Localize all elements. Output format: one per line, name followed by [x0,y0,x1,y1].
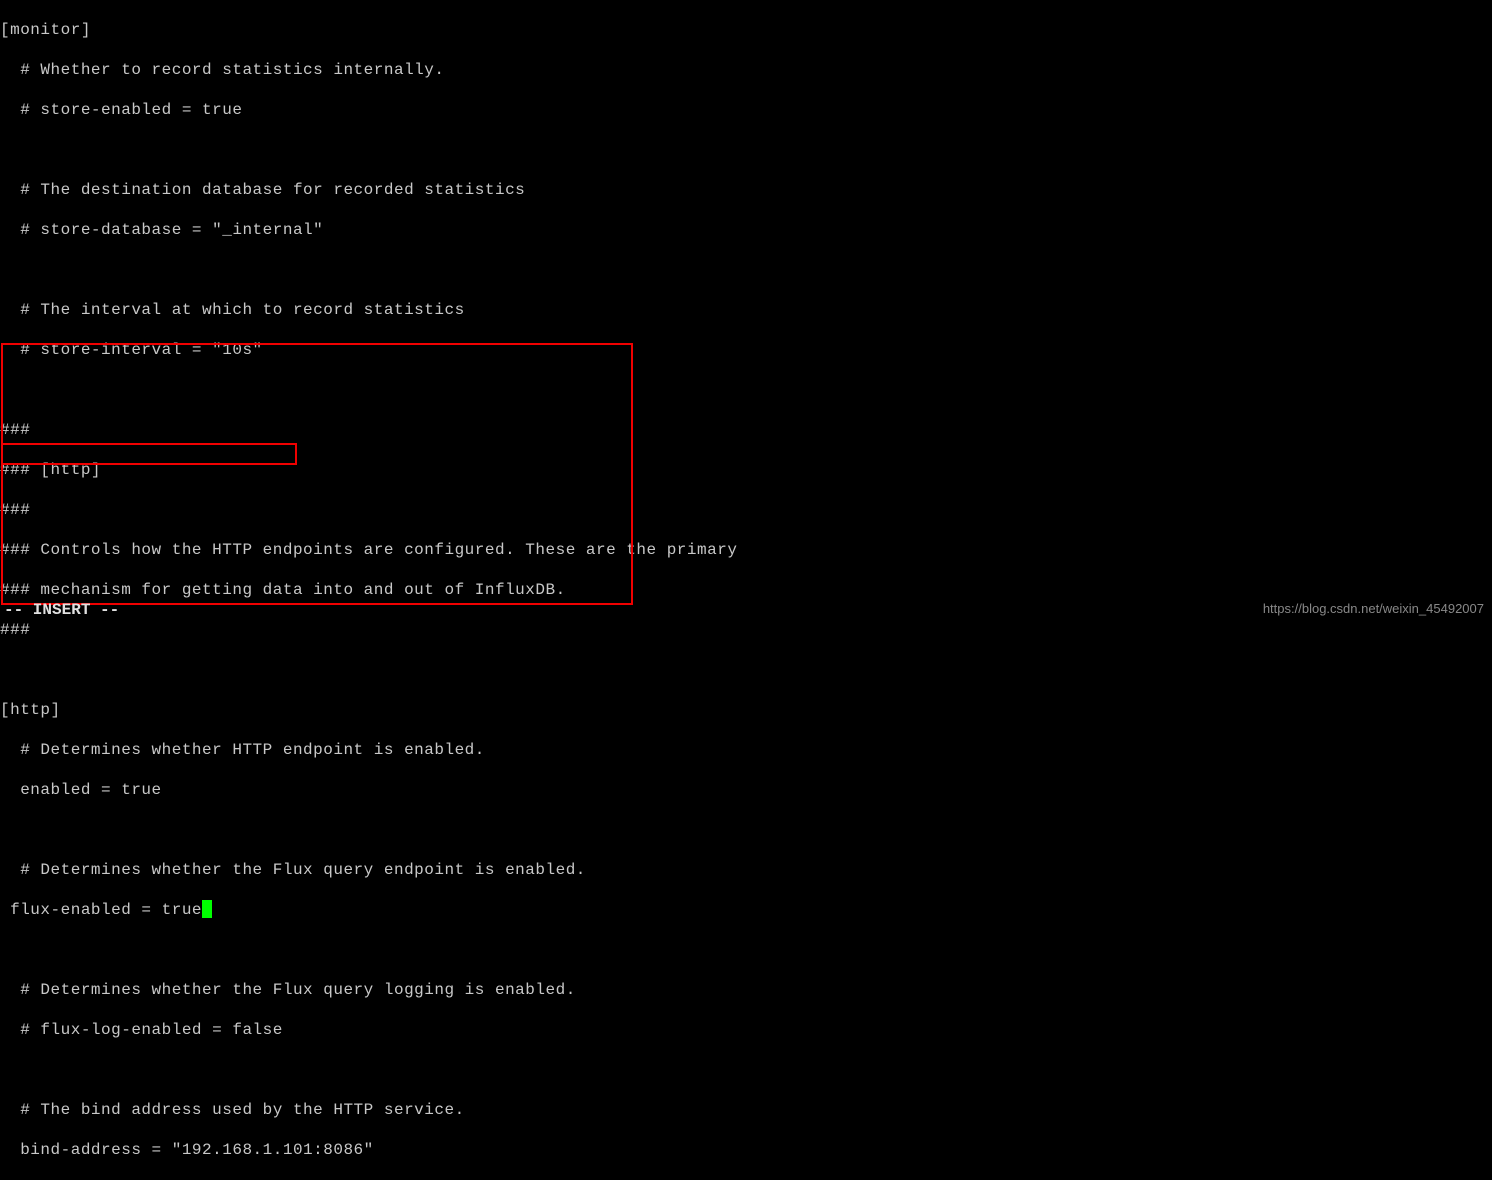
code-line: # Determines whether HTTP endpoint is en… [0,740,1492,760]
watermark-text: https://blog.csdn.net/weixin_45492007 [1263,601,1484,616]
code-line: # flux-log-enabled = false [0,1020,1492,1040]
code-line [0,820,1492,840]
code-line [0,140,1492,160]
code-line: # store-interval = "10s" [0,340,1492,360]
code-line: enabled = true [0,780,1492,800]
code-line: [http] [0,700,1492,720]
code-line: # store-database = "_internal" [0,220,1492,240]
terminal-editor[interactable]: [monitor] # Whether to record statistics… [0,0,1492,1180]
code-line: ### [http] [0,460,1492,480]
code-line: ### Controls how the HTTP endpoints are … [0,540,1492,560]
text-cursor [202,900,212,918]
code-line-cursor: flux-enabled = true [0,900,1492,920]
code-line: ### [0,620,1492,640]
code-line: ### [0,420,1492,440]
code-line [0,660,1492,680]
code-line: ### mechanism for getting data into and … [0,580,1492,600]
code-line: [monitor] [0,20,1492,40]
code-line: # Whether to record statistics internall… [0,60,1492,80]
code-line: # The interval at which to record statis… [0,300,1492,320]
code-line: # The bind address used by the HTTP serv… [0,1100,1492,1120]
code-line: # The destination database for recorded … [0,180,1492,200]
code-line: # store-enabled = true [0,100,1492,120]
code-line [0,940,1492,960]
code-line [0,380,1492,400]
editor-mode-indicator: -- INSERT -- [4,601,119,619]
code-line: ### [0,500,1492,520]
code-line [0,1060,1492,1080]
code-line: # Determines whether the Flux query logg… [0,980,1492,1000]
code-line [0,260,1492,280]
code-line: bind-address = "192.168.1.101:8086" [0,1140,1492,1160]
code-line: # Determines whether the Flux query endp… [0,860,1492,880]
